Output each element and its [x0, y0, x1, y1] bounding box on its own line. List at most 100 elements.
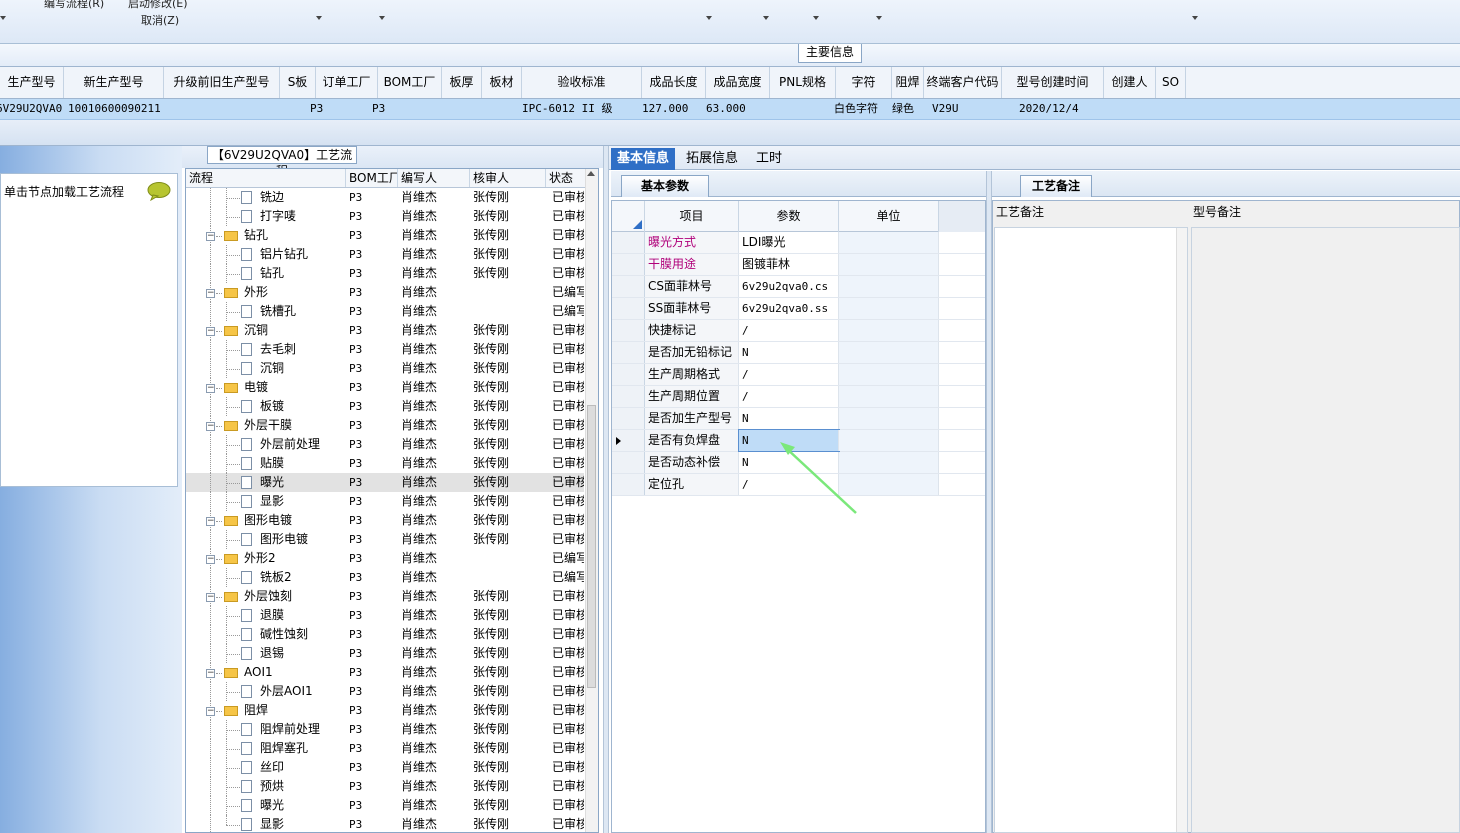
document-icon[interactable]	[241, 343, 252, 356]
status-cell[interactable]: 已审核	[552, 796, 584, 815]
reviewer-cell[interactable]: 张传刚	[473, 378, 545, 397]
table-cell[interactable]: 10010600090211	[68, 99, 168, 119]
folder-icon[interactable]	[224, 592, 238, 602]
author-cell[interactable]: 肖维杰	[401, 321, 469, 340]
splitter-band[interactable]	[0, 120, 1460, 146]
param-item-cell[interactable]: 是否有负焊盘	[645, 430, 739, 451]
expand-toggle-icon[interactable]: −	[206, 555, 215, 564]
document-icon[interactable]	[241, 267, 252, 280]
author-cell[interactable]: 肖维杰	[401, 625, 469, 644]
start-modify-menu[interactable]: 启动修改(E)	[128, 0, 188, 11]
column-header[interactable]: S板	[280, 67, 316, 98]
folder-icon[interactable]	[224, 231, 238, 241]
reviewer-cell[interactable]: 张传刚	[473, 340, 545, 359]
author-cell[interactable]: 肖维杰	[401, 416, 469, 435]
tree-node-label[interactable]: 图形电镀	[244, 511, 344, 530]
tree-row[interactable]: 曝光P3肖维杰张传刚已审核	[186, 796, 584, 815]
table-cell[interactable]: P3	[372, 99, 412, 119]
tree-guide-line[interactable]	[226, 616, 240, 617]
params-column-header[interactable]: 项目	[645, 201, 739, 232]
author-cell[interactable]: 肖维杰	[401, 283, 469, 302]
bom-factory-cell[interactable]: P3	[349, 435, 397, 454]
tree-guide-line[interactable]	[226, 654, 240, 655]
column-header[interactable]: 生产型号	[0, 67, 64, 98]
table-cell[interactable]: 白色字符	[834, 99, 890, 119]
author-cell[interactable]: 肖维杰	[401, 264, 469, 283]
tree-node-label[interactable]: 电镀	[244, 378, 344, 397]
author-cell[interactable]: 肖维杰	[401, 777, 469, 796]
reviewer-cell[interactable]	[473, 302, 545, 321]
tree-guide-line[interactable]	[210, 397, 211, 416]
reviewer-cell[interactable]: 张传刚	[473, 435, 545, 454]
document-icon[interactable]	[241, 438, 252, 451]
tree-guide-line[interactable]	[226, 749, 240, 750]
table-row[interactable]: 6V29U2QVA0 10010600090211 P3 P3 IPC-6012 II …	[0, 99, 1460, 120]
status-cell[interactable]: 已审核	[552, 625, 584, 644]
document-icon[interactable]	[241, 533, 252, 546]
reviewer-cell[interactable]	[473, 549, 545, 568]
param-item-cell[interactable]: 曝光方式	[645, 232, 739, 253]
tree-guide-line[interactable]	[210, 758, 211, 777]
reviewer-cell[interactable]: 张传刚	[473, 359, 545, 378]
tree-node-label[interactable]: 退膜	[260, 606, 346, 625]
status-cell[interactable]: 已审核	[552, 606, 584, 625]
tree-guide-line[interactable]	[210, 682, 211, 701]
params-row[interactable]: 是否加生产型号 N	[612, 408, 985, 430]
author-cell[interactable]: 肖维杰	[401, 701, 469, 720]
reviewer-cell[interactable]: 张传刚	[473, 682, 545, 701]
bom-factory-cell[interactable]: P3	[349, 283, 397, 302]
param-value-cell[interactable]: N	[739, 342, 839, 363]
tree-row[interactable]: 板镀P3肖维杰张传刚已审核	[186, 397, 584, 416]
row-indicator[interactable]	[612, 276, 645, 297]
table-cell[interactable]: 63.000	[706, 99, 766, 119]
tree-guide-line[interactable]	[210, 777, 211, 796]
folder-icon[interactable]	[224, 288, 238, 298]
param-unit-cell[interactable]	[839, 232, 939, 253]
column-header[interactable]: 升级前旧生产型号	[164, 67, 280, 98]
tree-column-header[interactable]: 核审人	[470, 169, 546, 187]
tree-node-label[interactable]: 沉铜	[244, 321, 344, 340]
dropdown-arrow-icon[interactable]	[1192, 16, 1198, 20]
tree-guide-line[interactable]	[226, 635, 240, 636]
expand-toggle-icon[interactable]: −	[206, 232, 215, 241]
author-cell[interactable]: 肖维杰	[401, 682, 469, 701]
author-cell[interactable]: 肖维杰	[401, 606, 469, 625]
tree-row[interactable]: − 外层蚀刻 P3肖维杰张传刚已审核	[186, 587, 584, 606]
tree-guide-line[interactable]	[216, 521, 222, 522]
author-cell[interactable]: 肖维杰	[401, 511, 469, 530]
row-indicator[interactable]	[612, 254, 645, 275]
status-cell[interactable]: 已审核	[552, 188, 584, 207]
tree-guide-line[interactable]	[210, 302, 211, 321]
bom-factory-cell[interactable]: P3	[349, 796, 397, 815]
reviewer-cell[interactable]: 张传刚	[473, 264, 545, 283]
reviewer-cell[interactable]: 张传刚	[473, 454, 545, 473]
tree-row[interactable]: 铝片钻孔P3肖维杰张传刚已审核	[186, 245, 584, 264]
tree-row[interactable]: 显影P3肖维杰张传刚已审核	[186, 815, 584, 832]
tree-guide-line[interactable]	[210, 207, 211, 226]
tree-node-label[interactable]: 外层蚀刻	[244, 587, 344, 606]
tree-guide-line[interactable]	[216, 388, 222, 389]
status-cell[interactable]: 已审核	[552, 587, 584, 606]
document-icon[interactable]	[241, 362, 252, 375]
bom-factory-cell[interactable]: P3	[349, 720, 397, 739]
param-unit-cell[interactable]	[839, 408, 939, 429]
status-cell[interactable]: 已审核	[552, 378, 584, 397]
tree-row[interactable]: 退锡P3肖维杰张传刚已审核	[186, 644, 584, 663]
reviewer-cell[interactable]: 张传刚	[473, 321, 545, 340]
status-cell[interactable]: 已审核	[552, 397, 584, 416]
tree-row[interactable]: 阻焊塞孔P3肖维杰张传刚已审核	[186, 739, 584, 758]
param-value-cell[interactable]: N	[739, 408, 839, 429]
document-icon[interactable]	[241, 476, 252, 489]
tree-column-header[interactable]: 流程	[186, 169, 346, 187]
tree-guide-line[interactable]	[226, 445, 240, 446]
bom-factory-cell[interactable]: P3	[349, 397, 397, 416]
tree-guide-line[interactable]	[216, 559, 222, 560]
document-icon[interactable]	[241, 742, 252, 755]
author-cell[interactable]: 肖维杰	[401, 378, 469, 397]
table-cell[interactable]: 2020/12/4	[1019, 99, 1109, 119]
author-cell[interactable]: 肖维杰	[401, 758, 469, 777]
tree-node-label[interactable]: 外层前处理	[260, 435, 346, 454]
status-cell[interactable]: 已编写	[552, 568, 584, 587]
tree-guide-line[interactable]	[226, 483, 240, 484]
author-cell[interactable]: 肖维杰	[401, 815, 469, 832]
